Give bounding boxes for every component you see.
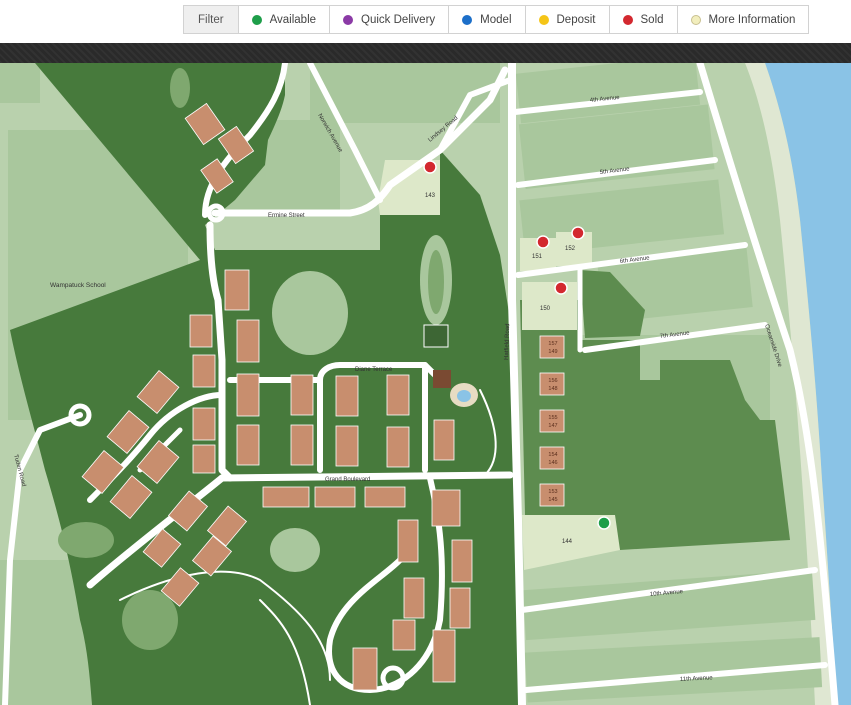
filter-available[interactable]: Available bbox=[239, 6, 331, 33]
lot-143-label: 143 bbox=[425, 193, 436, 199]
park-sw bbox=[122, 590, 178, 650]
filter-quick-delivery[interactable]: Quick Delivery bbox=[330, 6, 450, 33]
filter-model-label: Model bbox=[480, 13, 512, 26]
svg-text:155: 155 bbox=[548, 415, 557, 421]
park-west bbox=[58, 522, 114, 558]
park-south bbox=[270, 528, 320, 572]
filter-deposit[interactable]: Deposit bbox=[526, 6, 610, 33]
sold-marker-143[interactable] bbox=[423, 160, 437, 174]
filter-sold[interactable]: Sold bbox=[610, 6, 678, 33]
label-grand-boulevard: Grand Boulevard bbox=[325, 477, 370, 483]
model-dot-icon bbox=[462, 14, 473, 25]
more-info-dot-icon bbox=[690, 14, 701, 25]
svg-text:148: 148 bbox=[548, 386, 557, 392]
lot-151-label: 151 bbox=[532, 254, 543, 260]
pond bbox=[428, 250, 444, 314]
label-diane-terrace: Diane Terrace bbox=[355, 367, 393, 373]
available-dot-icon bbox=[251, 14, 262, 25]
filter-label: Filter bbox=[184, 6, 239, 33]
deposit-dot-icon bbox=[538, 14, 549, 25]
sold-dot-icon bbox=[622, 14, 633, 25]
svg-text:154: 154 bbox=[548, 452, 557, 458]
header-band bbox=[0, 43, 851, 63]
lot-150-label: 150 bbox=[540, 306, 551, 312]
filter-deposit-label: Deposit bbox=[556, 13, 596, 26]
svg-text:146: 146 bbox=[548, 460, 557, 466]
filter-label-text: Filter bbox=[198, 13, 224, 26]
sold-marker-152[interactable] bbox=[571, 226, 585, 240]
pool bbox=[457, 390, 471, 402]
park-center bbox=[272, 271, 348, 355]
field-top-left bbox=[0, 63, 40, 103]
filter-more-information-label: More Information bbox=[708, 13, 796, 26]
label-hatfield-road: Hatfield Road bbox=[504, 324, 511, 361]
quick-delivery-dot-icon bbox=[343, 14, 354, 25]
label-ermine-street: Ermine Street bbox=[268, 213, 305, 219]
site-map-svg[interactable]: 157149 156148 155147 154146 153145 4th A… bbox=[0, 63, 851, 705]
svg-text:153: 153 bbox=[548, 489, 557, 495]
tennis-courts bbox=[423, 324, 449, 348]
lot-144-label: 144 bbox=[562, 539, 573, 545]
label-school: Wampatuck School bbox=[50, 282, 106, 289]
filter-available-label: Available bbox=[269, 13, 317, 26]
site-map[interactable]: 157 149 156 148 155 147 154 146 153 145 4th A… bbox=[0, 63, 851, 705]
svg-text:145: 145 bbox=[548, 497, 557, 503]
lot-152-label: 152 bbox=[565, 246, 576, 252]
svg-text:156: 156 bbox=[548, 378, 557, 384]
svg-text:157: 157 bbox=[548, 341, 557, 347]
filter-bar: Filter Available Quick Delivery Model De… bbox=[183, 5, 810, 34]
sold-marker-150[interactable] bbox=[554, 281, 568, 295]
filter-sold-label: Sold bbox=[640, 13, 664, 26]
filter-model[interactable]: Model bbox=[449, 6, 526, 33]
filter-quick-delivery-label: Quick Delivery bbox=[361, 13, 436, 26]
svg-text:149: 149 bbox=[548, 349, 557, 355]
svg-text:147: 147 bbox=[548, 423, 557, 429]
sold-marker-151[interactable] bbox=[536, 235, 550, 249]
available-marker-144[interactable] bbox=[597, 516, 611, 530]
clubhouse bbox=[433, 370, 451, 388]
filter-more-information[interactable]: More Information bbox=[678, 6, 809, 33]
park-north bbox=[170, 68, 190, 108]
